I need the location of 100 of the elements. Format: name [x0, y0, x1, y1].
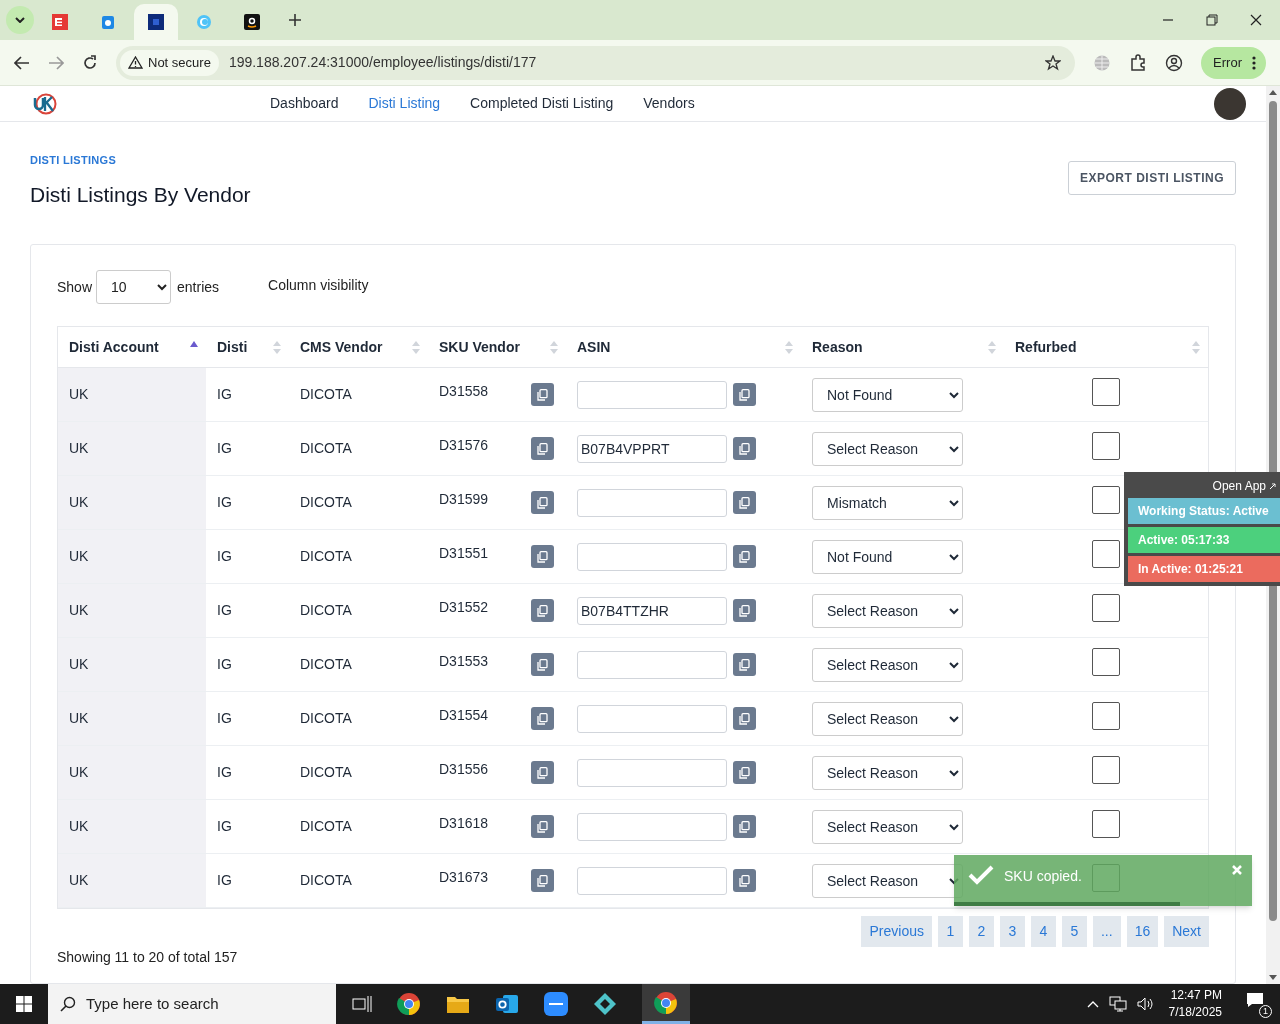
browser-tab[interactable] — [134, 4, 178, 40]
copy-button[interactable] — [733, 545, 756, 568]
copy-button[interactable] — [531, 437, 554, 460]
asin-field[interactable]: B07B4VPPRT — [577, 434, 727, 463]
page-size-select[interactable]: 10 — [96, 270, 172, 304]
copy-button[interactable] — [733, 437, 756, 460]
volume-icon[interactable] — [1136, 996, 1153, 1012]
column-header[interactable]: SKU Vendor — [428, 327, 566, 367]
refurbed-checkbox[interactable] — [1092, 431, 1120, 460]
browser-app-icon[interactable] — [397, 992, 421, 1016]
reason-select[interactable]: Not Found — [812, 539, 963, 574]
scroll-down-icon[interactable] — [1269, 975, 1277, 980]
pagination-button[interactable]: Next — [1164, 916, 1209, 947]
forward-icon[interactable] — [48, 55, 64, 70]
close-icon[interactable] — [1250, 14, 1262, 26]
video-app-icon[interactable] — [544, 992, 568, 1016]
asin-field[interactable]: B07B4TTZHR — [577, 596, 727, 625]
copy-button[interactable] — [733, 599, 756, 622]
search-input[interactable]: Type here to search — [86, 992, 336, 1016]
nav-link[interactable]: Vendors — [643, 93, 695, 114]
reason-select[interactable]: Select Reason — [812, 647, 963, 682]
pagination-button[interactable]: Previous — [861, 916, 932, 947]
column-header[interactable]: Disti — [206, 327, 289, 367]
restore-icon[interactable] — [1206, 14, 1218, 26]
column-header[interactable]: Reason — [801, 327, 1004, 367]
reason-select[interactable]: Select Reason — [812, 593, 963, 628]
copy-button[interactable] — [531, 761, 554, 784]
refurbed-checkbox[interactable] — [1092, 701, 1120, 730]
network-icon[interactable] — [1108, 996, 1127, 1012]
asin-field[interactable] — [577, 758, 727, 787]
refurbed-checkbox[interactable] — [1092, 755, 1120, 784]
asin-field[interactable] — [577, 650, 727, 679]
copy-button[interactable] — [531, 491, 554, 514]
export-button[interactable]: EXPORT DISTI LISTING — [1068, 161, 1236, 195]
copy-button[interactable] — [531, 599, 554, 622]
reason-select[interactable]: Not Found — [812, 377, 963, 412]
pagination-button[interactable]: 2 — [968, 916, 994, 947]
clock-time[interactable]: 12:47 PM — [1170, 987, 1222, 1004]
copy-button[interactable] — [531, 545, 554, 568]
copy-button[interactable] — [733, 869, 756, 892]
bookmark-star-icon[interactable] — [1045, 54, 1062, 71]
profile-icon[interactable] — [1165, 53, 1184, 72]
copy-button[interactable] — [733, 707, 756, 730]
reload-icon[interactable] — [82, 54, 98, 71]
column-header[interactable]: ASIN — [566, 327, 801, 367]
pagination-button[interactable]: ... — [1092, 916, 1121, 947]
chevron-up-icon[interactable] — [1086, 1000, 1099, 1008]
refurbed-checkbox[interactable] — [1092, 485, 1120, 514]
refurbed-checkbox[interactable] — [1092, 809, 1120, 838]
user-avatar[interactable] — [1214, 87, 1246, 120]
refurbed-checkbox[interactable] — [1092, 377, 1120, 406]
reason-select[interactable]: Select Reason — [812, 431, 963, 466]
diamond-app-icon[interactable] — [593, 992, 617, 1016]
asin-field[interactable] — [577, 380, 727, 409]
tab-menu-button[interactable] — [6, 6, 34, 34]
copy-button[interactable] — [733, 491, 756, 514]
refurbed-checkbox[interactable] — [1092, 539, 1120, 568]
reason-select[interactable]: Select Reason — [812, 755, 963, 790]
notification-center-button[interactable]: 1 — [1246, 992, 1270, 1016]
profile-error-button[interactable]: Error — [1201, 46, 1266, 79]
column-visibility-button[interactable]: Column visibility — [268, 274, 369, 296]
copy-button[interactable] — [733, 653, 756, 676]
pagination-button[interactable]: 3 — [999, 916, 1025, 947]
back-icon[interactable] — [14, 55, 30, 70]
open-app-button[interactable]: Open App — [1210, 477, 1278, 495]
copy-button[interactable] — [531, 869, 554, 892]
security-chip[interactable]: Not secure — [120, 49, 219, 76]
clock-date[interactable]: 7/18/2025 — [1168, 1004, 1222, 1021]
asin-field[interactable] — [577, 866, 727, 895]
taskbar-search-field[interactable]: Type here to search — [48, 984, 336, 1024]
column-header[interactable]: Disti Account — [58, 327, 206, 367]
nav-link[interactable]: Disti Listing — [368, 93, 441, 114]
asin-field[interactable] — [577, 542, 727, 571]
nav-link[interactable]: Completed Disti Listing — [470, 93, 614, 114]
pagination-button[interactable]: 16 — [1126, 916, 1159, 947]
asin-field[interactable] — [577, 812, 727, 841]
reason-select[interactable]: Select Reason — [812, 809, 963, 844]
reason-select[interactable]: Select Reason — [812, 701, 963, 736]
folder-app-icon[interactable] — [446, 994, 470, 1014]
nav-link[interactable]: Dashboard — [270, 93, 339, 114]
refurbed-checkbox[interactable] — [1092, 647, 1120, 676]
puzzle-icon[interactable] — [1129, 53, 1148, 72]
copy-button[interactable] — [531, 707, 554, 730]
copy-button[interactable] — [531, 815, 554, 838]
copy-button[interactable] — [733, 815, 756, 838]
copy-button[interactable] — [733, 383, 756, 406]
pagination-button[interactable]: 4 — [1030, 916, 1056, 947]
refurbed-checkbox[interactable] — [1092, 593, 1120, 622]
pagination-button[interactable]: 1 — [937, 916, 963, 947]
copy-button[interactable] — [531, 653, 554, 676]
mail-app-icon[interactable] — [495, 993, 519, 1015]
new-tab-icon[interactable] — [288, 13, 302, 27]
column-header[interactable]: Refurbed — [1004, 327, 1208, 367]
task-view-icon[interactable] — [352, 995, 372, 1013]
scroll-up-icon[interactable] — [1269, 90, 1277, 95]
asin-field[interactable] — [577, 488, 727, 517]
reason-select[interactable]: Mismatch — [812, 485, 963, 520]
toast-close-button[interactable] — [1232, 865, 1242, 875]
copy-button[interactable] — [531, 383, 554, 406]
asin-field[interactable] — [577, 704, 727, 733]
